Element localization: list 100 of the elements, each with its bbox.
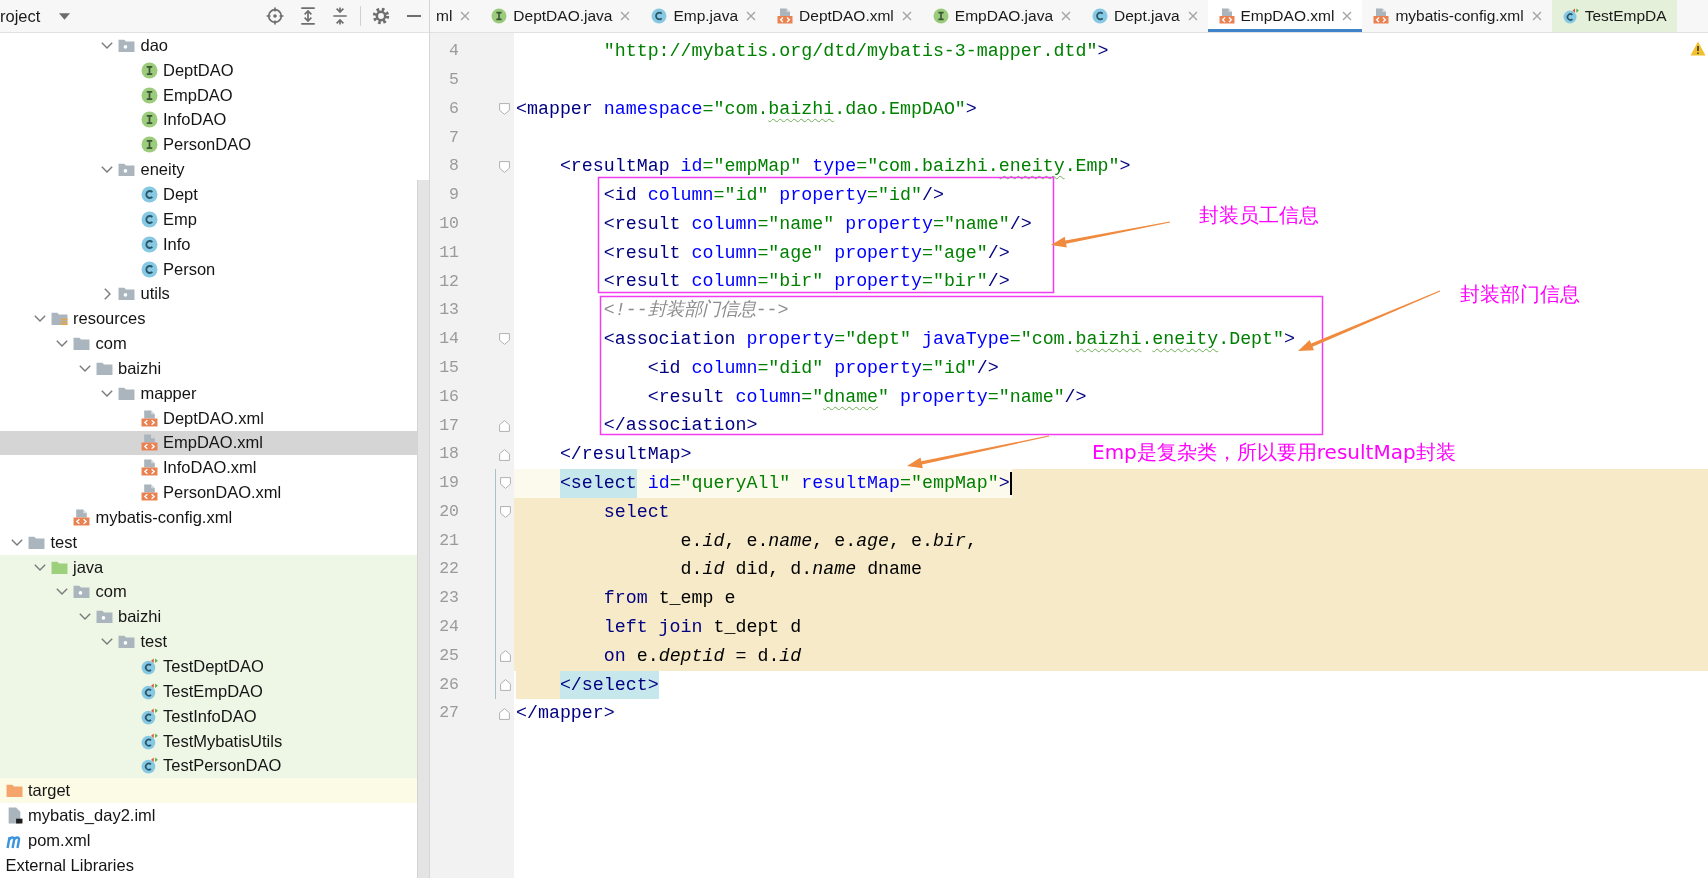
tree-item[interactable]: com: [0, 579, 417, 605]
chevron-down-icon[interactable]: [101, 41, 113, 49]
close-icon[interactable]: [620, 11, 631, 21]
tree-item[interactable]: Person: [0, 256, 417, 282]
code-line: </select>: [514, 670, 659, 700]
tree-item[interactable]: Dept: [0, 182, 417, 207]
tree-item[interactable]: TestInfoDAO: [0, 703, 417, 729]
tree-item[interactable]: TestMybatisUtils: [0, 728, 417, 754]
fold-marker-icon[interactable]: [499, 477, 511, 490]
expand-all-icon[interactable]: [299, 7, 317, 25]
editor-tab[interactable]: Dept.java: [1081, 0, 1208, 32]
chevron-down-icon[interactable]: [11, 538, 23, 546]
tree-item[interactable]: mybatis-config.xml: [0, 505, 417, 530]
tree-item[interactable]: baizhi: [0, 604, 417, 630]
tree-item[interactable]: test: [0, 529, 417, 555]
fold-marker-icon[interactable]: [499, 707, 510, 720]
tree-item[interactable]: com: [0, 331, 417, 356]
close-icon[interactable]: [460, 11, 471, 21]
fold-marker-icon[interactable]: [499, 419, 510, 432]
tree-item[interactable]: target: [0, 778, 417, 804]
line-number: 20: [439, 503, 459, 521]
tree-item[interactable]: EmpDAO: [0, 82, 417, 108]
tree-item[interactable]: External Libraries: [0, 852, 417, 878]
tree-item[interactable]: PersonDAO: [0, 132, 417, 158]
tree-item[interactable]: InfoDAO: [0, 107, 417, 133]
chevron-right-icon[interactable]: [103, 287, 111, 300]
fold-marker-icon[interactable]: [499, 650, 511, 663]
fold-marker-icon[interactable]: [499, 506, 511, 519]
editor-tab[interactable]: ml: [430, 0, 481, 32]
fold-marker-icon[interactable]: [499, 160, 510, 173]
editor-tab[interactable]: TestEmpDA: [1551, 0, 1677, 32]
tree-item[interactable]: utils: [0, 281, 417, 307]
chevron-down-icon[interactable]: [78, 364, 91, 372]
chevron-down-icon[interactable]: [56, 588, 68, 596]
line-number: 18: [439, 446, 459, 463]
chevron-down-icon[interactable]: [101, 389, 113, 397]
chevron-down-icon[interactable]: [101, 166, 113, 174]
tree-item[interactable]: resources: [0, 306, 417, 332]
tree-item[interactable]: InfoDAO.xml: [0, 455, 417, 481]
chevron-down-icon[interactable]: [33, 315, 46, 323]
c-circle-arrows-icon: [1562, 8, 1579, 24]
code-line: <resultMap id="empMap" type="com.baizhi.eneity.Emp">: [558, 155, 1131, 179]
code-line: <result column="dname" property="name"/>: [646, 385, 1087, 409]
tree-item[interactable]: DeptDAO: [0, 57, 417, 83]
close-icon[interactable]: [746, 11, 757, 21]
fold-marker-icon[interactable]: [499, 333, 510, 346]
collapse-all-icon[interactable]: [331, 7, 349, 25]
c-circle-arrows-icon: [140, 682, 158, 700]
code-file-icon: [140, 459, 158, 477]
editor-tab[interactable]: Emp.java: [640, 0, 767, 32]
code-file-icon: [73, 508, 90, 526]
tree-item[interactable]: mapper: [0, 380, 417, 406]
close-icon[interactable]: [1061, 11, 1071, 21]
i-circle-icon: [140, 86, 158, 104]
close-icon[interactable]: [1531, 11, 1542, 21]
line-number: 5: [449, 71, 459, 89]
scrollbar-thumb[interactable]: [417, 180, 429, 878]
line-number: 7: [449, 129, 459, 147]
close-icon[interactable]: [1187, 11, 1198, 21]
tree-item[interactable]: test: [0, 629, 417, 655]
fold-marker-icon[interactable]: [499, 448, 510, 461]
tree-item[interactable]: baizhi: [0, 355, 417, 381]
chevron-down-icon[interactable]: [56, 340, 68, 348]
code-file-icon: [140, 409, 158, 427]
tree-item[interactable]: eneity: [0, 157, 417, 183]
c-circle-icon: [140, 186, 158, 203]
fold-marker-icon[interactable]: [499, 678, 511, 691]
chevron-down-icon[interactable]: [33, 563, 46, 571]
line-number: 15: [439, 359, 459, 377]
editor-tab[interactable]: mybatis-config.xml: [1362, 0, 1552, 32]
tree-item[interactable]: TestPersonDAO: [0, 753, 417, 779]
c-circle-arrows-icon: [140, 757, 158, 775]
editor-tab[interactable]: EmpDAO.java: [921, 0, 1081, 32]
tree-item[interactable]: java: [0, 554, 417, 580]
editor-tab[interactable]: DeptDAO.xml: [766, 0, 922, 32]
line-number: 22: [439, 561, 459, 578]
editor-tab[interactable]: EmpDAO.xml: [1207, 0, 1363, 32]
chevron-down-icon[interactable]: [101, 638, 113, 646]
minimize-icon[interactable]: [405, 14, 423, 18]
editor-tab[interactable]: DeptDAO.java: [480, 0, 641, 32]
chevron-down-icon[interactable]: [78, 613, 91, 621]
tree-item[interactable]: DeptDAO.xml: [0, 405, 417, 431]
tree-item[interactable]: dao: [0, 33, 417, 58]
settings-icon[interactable]: [372, 7, 390, 25]
tree-item[interactable]: TestDeptDAO: [0, 654, 417, 679]
fold-marker-icon[interactable]: [499, 103, 510, 115]
line-number: 25: [439, 647, 459, 665]
tree-item[interactable]: PersonDAO.xml: [0, 480, 417, 506]
view-selector[interactable]: roject: [0, 3, 71, 29]
warning-icon[interactable]: [1690, 41, 1706, 56]
code-line: </resultMap>: [558, 443, 692, 467]
tree-item[interactable]: TestEmpDAO: [0, 678, 417, 704]
crosshair-icon[interactable]: [266, 7, 284, 25]
close-icon[interactable]: [901, 11, 912, 21]
tree-item[interactable]: mybatis_day2.iml: [0, 803, 417, 828]
tree-item[interactable]: pom.xml: [0, 828, 417, 853]
tree-item[interactable]: Emp: [0, 206, 417, 232]
tree-item[interactable]: EmpDAO.xml: [0, 430, 417, 456]
close-icon[interactable]: [1342, 11, 1353, 21]
tree-item[interactable]: Info: [0, 231, 417, 257]
